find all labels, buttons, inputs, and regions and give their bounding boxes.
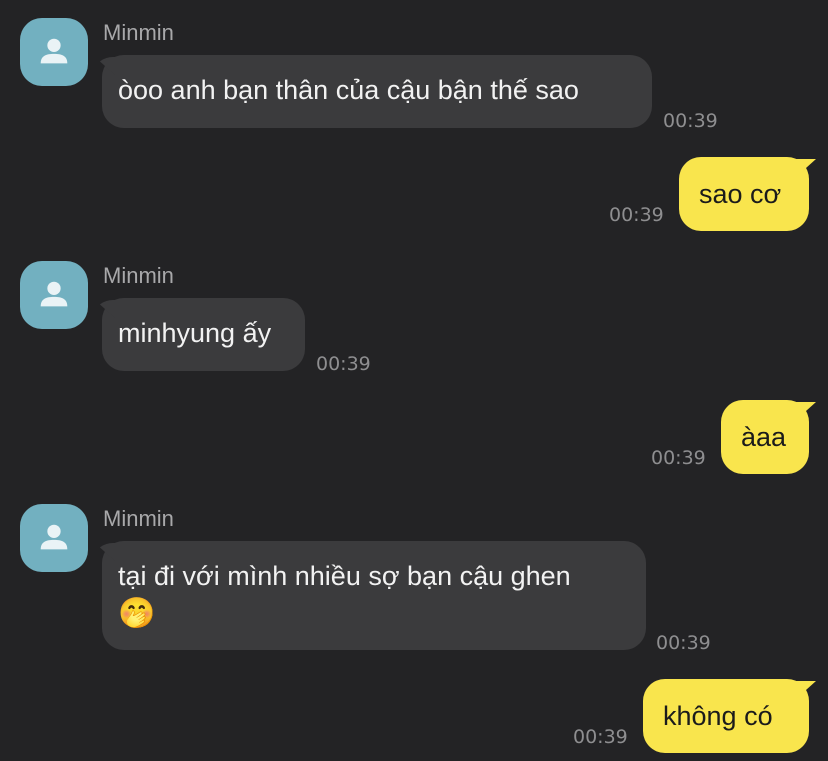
sender-name: Minmin bbox=[103, 20, 174, 45]
message-text: không có bbox=[663, 701, 773, 731]
user-silhouette-icon bbox=[40, 524, 68, 550]
message-time: 00:39 bbox=[573, 726, 628, 748]
avatar[interactable] bbox=[20, 504, 88, 572]
message-bubble-outgoing[interactable]: không có bbox=[643, 679, 809, 753]
message-text: tại đi với mình nhiều sợ bạn cậu ghen bbox=[118, 561, 571, 591]
sender-name: Minmin bbox=[103, 506, 174, 531]
message-bubble-incoming[interactable]: òoo anh bạn thân của cậu bận thế sao bbox=[102, 55, 652, 128]
message-text: àaa bbox=[741, 422, 787, 452]
face-with-hand-over-mouth-emoji: 🤭 bbox=[118, 597, 156, 630]
message-bubble-outgoing[interactable]: àaa bbox=[721, 400, 809, 474]
message-time: 00:39 bbox=[316, 353, 371, 375]
user-silhouette-icon bbox=[40, 281, 68, 307]
user-silhouette-icon bbox=[40, 38, 68, 64]
chat-view: Minmin òoo anh bạn thân của cậu bận thế … bbox=[0, 0, 828, 761]
avatar[interactable] bbox=[20, 18, 88, 86]
message-time: 00:39 bbox=[663, 110, 718, 132]
message-text: òoo anh bạn thân của cậu bận thế sao bbox=[118, 75, 579, 105]
message-text: sao cơ bbox=[699, 179, 782, 209]
message-bubble-incoming[interactable]: minhyung ấy bbox=[102, 298, 305, 371]
message-time: 00:39 bbox=[651, 447, 706, 469]
message-time: 00:39 bbox=[656, 632, 711, 654]
sender-name: Minmin bbox=[103, 263, 174, 288]
avatar[interactable] bbox=[20, 261, 88, 329]
message-text: minhyung ấy bbox=[118, 318, 272, 348]
message-time: 00:39 bbox=[609, 204, 664, 226]
message-bubble-outgoing[interactable]: sao cơ bbox=[679, 157, 809, 231]
message-bubble-incoming[interactable]: tại đi với mình nhiều sợ bạn cậu ghen 🤭 bbox=[102, 541, 646, 650]
